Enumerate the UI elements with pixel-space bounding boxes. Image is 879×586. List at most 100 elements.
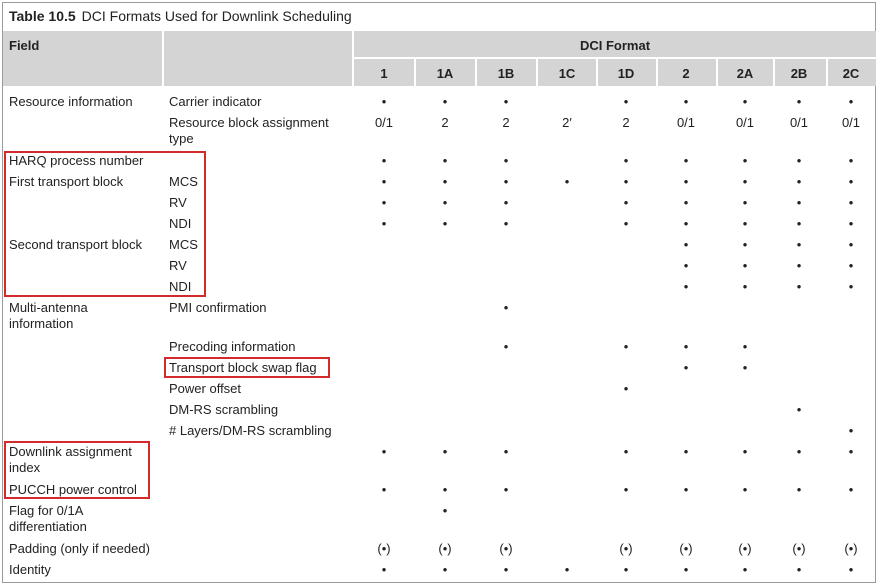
format-cell-value: • <box>742 195 748 210</box>
header-divider <box>656 59 658 86</box>
format-cell-value: • <box>503 300 509 315</box>
format-cell-value: • <box>442 216 448 231</box>
format-cell-value: • <box>381 216 387 231</box>
highlight-box <box>164 357 330 378</box>
format-cell-value: • <box>503 562 509 577</box>
format-header-cell: 1B <box>497 66 515 81</box>
format-cell-value: • <box>742 258 748 273</box>
format-cell-value: • <box>623 482 629 497</box>
format-cell-value: • <box>564 174 570 189</box>
format-cell-value: • <box>623 153 629 168</box>
format-cell-value: • <box>442 562 448 577</box>
row-field-label: PMI confirmation <box>169 300 267 315</box>
format-cell-value: (•) <box>438 541 452 556</box>
format-cell-value: • <box>503 195 509 210</box>
format-cell-value: • <box>848 258 854 273</box>
format-cell-value: • <box>742 279 748 294</box>
format-cell-value: • <box>683 195 689 210</box>
format-cell-value: • <box>683 360 689 375</box>
format-cell-value: • <box>442 195 448 210</box>
header-divider <box>162 31 164 86</box>
row-group-label: Resource information <box>9 94 133 109</box>
format-cell-value: • <box>442 94 448 109</box>
table-title: Table 10.5 DCI Formats Used for Downlink … <box>9 8 352 24</box>
format-header-cell: 2C <box>842 66 860 81</box>
format-cell-value: • <box>848 423 854 438</box>
format-cell-value: • <box>742 339 748 354</box>
format-cell-value: • <box>381 482 387 497</box>
format-cell-value: • <box>796 195 802 210</box>
row-field-label: DM-RS scrambling <box>169 402 279 417</box>
format-cell-value: • <box>442 482 448 497</box>
row-group-label: Identity <box>9 562 51 577</box>
format-cell-value: • <box>848 279 854 294</box>
format-cell-value: • <box>742 216 748 231</box>
format-cell-value: • <box>683 153 689 168</box>
format-header-cell: 1C <box>558 66 576 81</box>
format-cell-value: 0/1 <box>374 115 394 130</box>
row-group-label: Flag for 0/1A differentiation <box>9 503 87 534</box>
header-divider <box>596 59 598 86</box>
header-divider <box>773 59 775 86</box>
header-divider <box>826 59 828 86</box>
format-cell-value: (•) <box>377 541 391 556</box>
format-cell-value: 0/1 <box>789 115 809 130</box>
highlight-box <box>4 151 206 297</box>
table-caption: DCI Formats Used for Downlink Scheduling <box>81 8 352 24</box>
format-cell-value: 2 <box>502 115 510 130</box>
format-cell-value: • <box>848 94 854 109</box>
format-cell-value: • <box>442 444 448 459</box>
header-divider <box>716 59 718 86</box>
format-cell-value: • <box>381 444 387 459</box>
format-cell-value: • <box>503 153 509 168</box>
format-cell-value: • <box>796 94 802 109</box>
format-cell-value: 2 <box>622 115 630 130</box>
format-cell-value: • <box>742 153 748 168</box>
format-cell-value: • <box>503 482 509 497</box>
format-header-cell: 1 <box>380 66 388 81</box>
format-cell-value: • <box>381 94 387 109</box>
format-cell-value: • <box>796 258 802 273</box>
format-cell-value: • <box>796 402 802 417</box>
format-cell-value: • <box>848 174 854 189</box>
format-cell-value: • <box>442 174 448 189</box>
format-cell-value: 0/1 <box>735 115 755 130</box>
dci-format-header: DCI Format <box>579 38 651 53</box>
format-cell-value: • <box>848 195 854 210</box>
header-divider <box>354 57 876 59</box>
format-cell-value: • <box>381 195 387 210</box>
format-cell-value: • <box>742 562 748 577</box>
format-cell-value: • <box>623 94 629 109</box>
format-cell-value: (•) <box>619 541 633 556</box>
row-group-label: Multi-antenna information <box>9 300 88 331</box>
field-header: Field <box>9 38 40 53</box>
format-cell-value: 2 <box>441 115 449 130</box>
format-cell-value: • <box>381 153 387 168</box>
header-divider <box>475 59 477 86</box>
row-field-label: Precoding information <box>169 339 296 354</box>
format-cell-value: • <box>848 444 854 459</box>
format-cell-value: (•) <box>792 541 806 556</box>
format-cell-value: • <box>623 381 629 396</box>
format-cell-value: • <box>683 94 689 109</box>
format-cell-value: • <box>623 174 629 189</box>
format-cell-value: • <box>796 237 802 252</box>
format-cell-value: 2′ <box>562 115 572 130</box>
format-cell-value: • <box>848 153 854 168</box>
format-cell-value: • <box>623 216 629 231</box>
format-cell-value: (•) <box>738 541 752 556</box>
format-cell-value: • <box>503 94 509 109</box>
format-cell-value: • <box>742 444 748 459</box>
format-cell-value: • <box>683 444 689 459</box>
format-cell-value: • <box>503 444 509 459</box>
format-cell-value: • <box>796 444 802 459</box>
format-cell-value: 0/1 <box>676 115 696 130</box>
row-field-label: # Layers/DM-RS scrambling <box>169 423 332 438</box>
format-cell-value: • <box>381 174 387 189</box>
format-cell-value: • <box>683 279 689 294</box>
format-cell-value: • <box>564 562 570 577</box>
format-cell-value: • <box>623 339 629 354</box>
format-cell-value: • <box>503 216 509 231</box>
format-cell-value: • <box>683 237 689 252</box>
format-cell-value: • <box>442 153 448 168</box>
